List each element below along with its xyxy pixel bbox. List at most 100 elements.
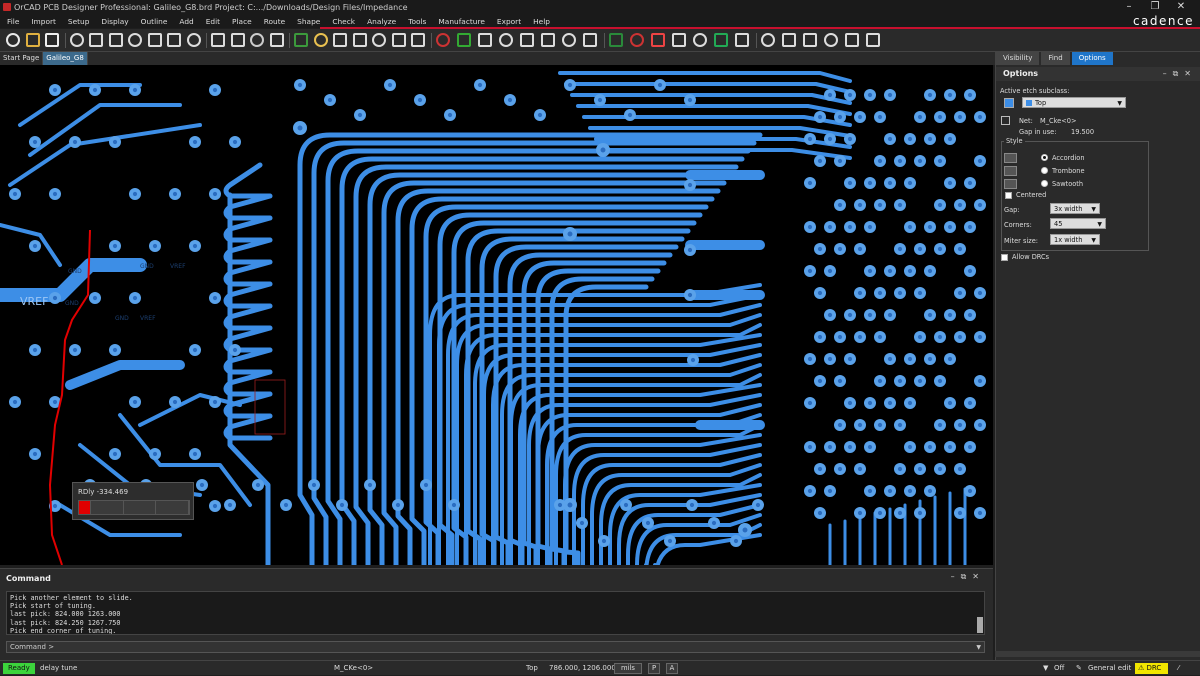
filter-icon[interactable]: ▼ [1043,661,1048,676]
screenshot-icon[interactable] [823,33,838,47]
a-button[interactable]: A [666,663,678,674]
menu-help[interactable]: Help [533,17,550,26]
command-log-scrollbar[interactable] [977,617,983,633]
show-element-icon[interactable] [734,33,749,47]
unrats-icon[interactable] [391,33,406,47]
close-icon[interactable]: ✕ [1168,0,1194,14]
maximize-icon[interactable]: ❐ [1142,0,1168,14]
layer-icon[interactable] [582,33,597,47]
drc-icon[interactable] [629,33,644,47]
via-hole [395,502,401,508]
command-input[interactable]: Command > ▼ [6,641,985,653]
menu-tools[interactable]: Tools [408,17,426,26]
panel-tab-options[interactable]: Options [1071,52,1113,65]
corners-select[interactable]: 45 ▼ [1050,218,1106,229]
delete-icon[interactable] [108,33,123,47]
tab-galileo-g8[interactable]: Galileo_G8 [43,52,88,65]
panel-scrollbar[interactable] [995,651,1200,657]
chevron-down-icon[interactable]: ▼ [976,642,981,653]
accordion-radio[interactable] [1041,154,1048,161]
trace[interactable] [558,71,852,83]
export-icon[interactable] [844,33,859,47]
open-file-icon[interactable] [25,33,40,47]
3d-icon[interactable] [608,33,623,47]
move-icon[interactable] [69,33,84,47]
command-panel-controls[interactable]: –⧉✕ [951,572,985,582]
active-etch-select[interactable]: Top ▼ [1022,97,1126,108]
menu-edit[interactable]: Edit [206,17,220,26]
menu-setup[interactable]: Setup [68,17,90,26]
redo-icon[interactable] [147,33,162,47]
trombone-radio[interactable] [1041,167,1048,174]
visibility-icon[interactable] [650,33,665,47]
panel-tab-visibility[interactable]: Visibility [996,52,1040,65]
menu-shape[interactable]: Shape [297,17,320,26]
zoom-world-icon[interactable] [498,33,513,47]
gap-select[interactable]: 3x width ▼ [1050,203,1100,214]
pcb-canvas[interactable]: VREF GND VREF GND GND VREF GND RDly -334.469 [0,65,993,565]
shadow-icon[interactable] [802,33,817,47]
save-icon[interactable] [45,33,59,47]
menu-analyze[interactable]: Analyze [367,17,396,26]
tab-start-page[interactable]: Start Page [0,52,44,65]
menu-add[interactable]: Add [179,17,193,26]
menu-place[interactable]: Place [232,17,252,26]
text-edit-icon[interactable] [250,33,264,47]
fix-icon[interactable] [186,33,201,47]
dehighlight-icon[interactable] [713,33,728,47]
via-icon[interactable] [372,33,386,47]
undo-icon[interactable] [128,33,142,47]
report-icon[interactable] [760,33,775,47]
trace[interactable] [65,360,185,390]
highlight-icon[interactable] [692,33,707,47]
trace[interactable] [576,104,852,116]
grid-icon[interactable] [540,33,555,47]
menu-route[interactable]: Route [264,17,285,26]
color-icon[interactable] [561,33,576,47]
copy-icon[interactable] [89,33,103,47]
sawtooth-radio[interactable] [1041,180,1048,187]
redraw-icon[interactable] [519,33,534,47]
trace[interactable] [570,93,852,105]
trace[interactable] [564,82,852,94]
menu-outline[interactable]: Outline [141,17,168,26]
new-file-icon[interactable] [6,33,20,47]
zoom-prev-icon[interactable] [477,33,492,47]
miter-size-select[interactable]: 1x width ▼ [1050,234,1100,245]
add-line-icon[interactable] [211,33,225,47]
centered-checkbox[interactable] [1005,192,1012,199]
menu-display[interactable]: Display [101,17,128,26]
trace[interactable] [8,123,202,187]
panel-controls[interactable]: –⧉✕ [1163,67,1197,81]
menu-check[interactable]: Check [332,17,355,26]
drc-indicator[interactable]: ⚠ DRC [1135,663,1168,674]
trace[interactable] [582,115,852,127]
menu-manufacture[interactable]: Manufacture [438,17,484,26]
pin-icon[interactable] [167,33,181,47]
route-icon[interactable] [313,33,328,47]
trace[interactable] [223,162,273,441]
units-button[interactable]: mils [614,663,642,674]
zoom-out-icon[interactable] [456,33,471,47]
shape-icon[interactable] [294,33,308,47]
help-icon[interactable] [865,33,880,47]
place-icon[interactable] [269,33,284,47]
settings-icon[interactable] [781,33,796,47]
delay-tune-icon[interactable] [352,33,367,47]
menu-export[interactable]: Export [497,17,521,26]
trace[interactable] [473,333,762,565]
trace[interactable] [437,212,703,565]
menu-import[interactable]: Import [31,17,56,26]
slide-icon[interactable] [333,33,347,47]
add-text-icon[interactable] [230,33,245,47]
general-edit-icon[interactable]: ✎ [1076,661,1082,676]
via-hole [199,482,205,488]
panel-tab-find[interactable]: Find [1041,52,1070,65]
measure-icon[interactable] [671,33,686,47]
minimize-icon[interactable]: – [1116,0,1142,14]
allow-drcs-checkbox[interactable] [1001,254,1008,261]
menu-file[interactable]: File [7,17,19,26]
p-button[interactable]: P [648,663,660,674]
zoom-fit-icon[interactable] [411,33,425,47]
zoom-in-icon[interactable] [435,33,450,47]
